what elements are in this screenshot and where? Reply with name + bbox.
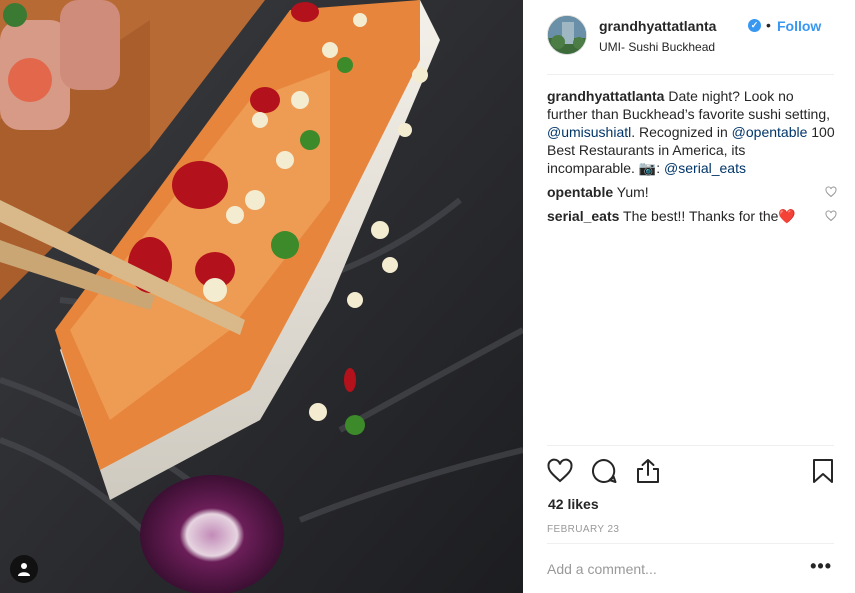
likes-count[interactable]: 42 likes <box>548 496 599 512</box>
mention-link[interactable]: @serial_eats <box>664 160 746 176</box>
avatar[interactable] <box>547 15 587 55</box>
comment-username[interactable]: serial_eats <box>547 208 619 224</box>
caption-username[interactable]: grandhyattatlanta <box>547 88 664 104</box>
separator-dot: • <box>766 17 771 33</box>
comment-text: The best!! Thanks for the❤️ <box>623 208 796 224</box>
person-icon <box>18 563 30 576</box>
post-photo[interactable] <box>0 0 523 593</box>
like-comment-heart-icon[interactable] <box>825 186 837 198</box>
avatar-image <box>548 16 586 54</box>
comment-bubble-icon[interactable] <box>591 458 617 484</box>
comment-username[interactable]: opentable <box>547 184 613 200</box>
user-tag-button[interactable] <box>10 555 38 583</box>
sushi-photo-image <box>0 0 523 593</box>
post-username[interactable]: grandhyattatlanta <box>599 18 716 34</box>
mention-link[interactable]: @opentable <box>732 124 808 140</box>
like-heart-icon[interactable] <box>547 458 573 484</box>
caption-text: . Recognized in <box>631 124 728 140</box>
post-date: FEBRUARY 23 <box>547 524 620 535</box>
follow-button[interactable]: Follow <box>777 18 821 34</box>
post-side-panel: grandhyattatlanta ✓ • Follow UMI- Sushi … <box>523 0 855 593</box>
verified-badge-icon: ✓ <box>748 19 761 32</box>
comment-item: serial_eats The best!! Thanks for the❤️ <box>547 207 837 225</box>
post-location[interactable]: UMI- Sushi Buckhead <box>599 40 715 54</box>
post-caption: grandhyattatlanta Date night? Look no fu… <box>547 87 837 177</box>
share-icon[interactable] <box>635 458 661 484</box>
action-bar: 42 likes FEBRUARY 23 <box>547 445 834 543</box>
bookmark-icon[interactable] <box>810 458 836 484</box>
post-header: grandhyattatlanta ✓ • Follow UMI- Sushi … <box>547 15 834 75</box>
like-comment-heart-icon[interactable] <box>825 210 837 222</box>
comment-text: Yum! <box>616 184 649 200</box>
more-options-button[interactable]: ••• <box>810 556 832 577</box>
comment-input[interactable] <box>547 558 797 580</box>
mention-link[interactable]: @umisushiatl <box>547 124 631 140</box>
comments-list: grandhyattatlanta Date night? Look no fu… <box>547 87 837 225</box>
add-comment-bar: ••• <box>547 543 834 593</box>
comment-item: opentable Yum! <box>547 183 837 201</box>
